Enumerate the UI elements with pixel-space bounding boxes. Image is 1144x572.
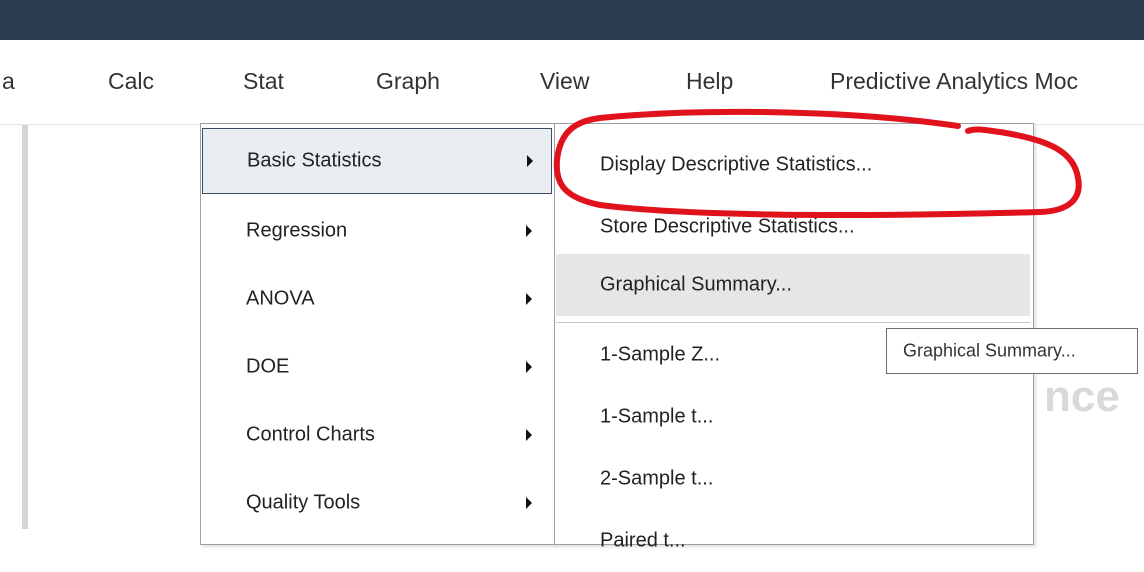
menu-help[interactable]: Help — [686, 68, 733, 95]
menu-item-anova[interactable]: ANOVA — [202, 266, 552, 332]
menu-item-label: ANOVA — [246, 287, 315, 310]
menu-item-regression[interactable]: Regression — [202, 198, 552, 264]
menu-item-doe[interactable]: DOE — [202, 334, 552, 400]
menu-item-2-sample-t[interactable]: 2-Sample t... — [556, 448, 1030, 510]
menu-item-1-sample-t[interactable]: 1-Sample t... — [556, 386, 1030, 448]
menu-item-label: Quality Tools — [246, 491, 361, 514]
menu-graph[interactable]: Graph — [376, 68, 440, 95]
tooltip: Graphical Summary... — [886, 328, 1138, 374]
menu-data[interactable]: a — [2, 68, 15, 95]
tooltip-text: Graphical Summary... — [903, 340, 1076, 361]
submenu-arrow-icon — [526, 497, 532, 509]
menu-item-graphical-summary[interactable]: Graphical Summary... — [556, 254, 1030, 316]
menu-item-paired-t[interactable]: Paired t... — [556, 510, 1030, 572]
menu-item-label: Control Charts — [246, 423, 375, 446]
menu-view[interactable]: View — [540, 68, 589, 95]
submenu-arrow-icon — [527, 155, 533, 167]
menu-item-quality-tools[interactable]: Quality Tools — [202, 470, 552, 536]
submenu-arrow-icon — [526, 361, 532, 373]
menu-item-label: 1-Sample Z... — [600, 343, 721, 366]
stat-menu: Basic Statistics Regression ANOVA DOE Co… — [200, 123, 556, 545]
menu-item-label: Graphical Summary... — [600, 273, 792, 296]
menu-item-label: Basic Statistics — [247, 149, 382, 172]
submenu-arrow-icon — [526, 293, 532, 305]
menu-item-label: 2-Sample t... — [600, 467, 714, 490]
menu-item-label: 1-Sample t... — [600, 405, 714, 428]
menu-item-label: Display Descriptive Statistics... — [600, 153, 873, 176]
submenu-arrow-icon — [526, 429, 532, 441]
menu-item-label: Regression — [246, 219, 348, 242]
title-bar — [0, 0, 1144, 40]
menu-predictive-analytics[interactable]: Predictive Analytics Moc — [830, 68, 1078, 95]
menu-item-display-descriptive-statistics[interactable]: Display Descriptive Statistics... — [556, 134, 1030, 196]
submenu-arrow-icon — [526, 225, 532, 237]
menu-item-basic-statistics[interactable]: Basic Statistics — [202, 128, 552, 194]
menu-stat[interactable]: Stat — [243, 68, 284, 95]
menu-item-label: Store Descriptive Statistics... — [600, 215, 855, 238]
menu-calc[interactable]: Calc — [108, 68, 154, 95]
menu-item-store-descriptive-statistics[interactable]: Store Descriptive Statistics... — [556, 196, 1030, 258]
menu-item-label: Paired t... — [600, 529, 686, 552]
menu-separator — [556, 322, 1030, 323]
background-text: nce — [1044, 372, 1120, 421]
menu-item-label: DOE — [246, 355, 290, 378]
worksheet-edge — [22, 125, 28, 529]
menu-item-control-charts[interactable]: Control Charts — [202, 402, 552, 468]
